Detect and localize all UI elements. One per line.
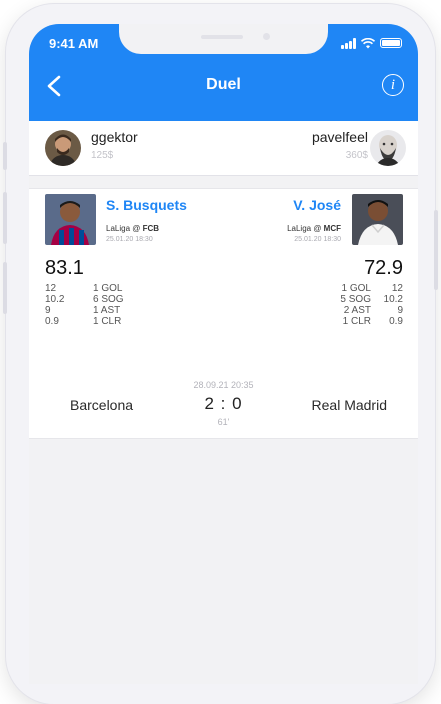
phone-power-button — [434, 210, 438, 290]
wifi-icon — [361, 37, 375, 48]
stat-value: 12 — [45, 283, 57, 294]
stat-row: 1 GOL 12 — [340, 283, 403, 294]
info-icon[interactable]: i — [382, 74, 404, 96]
stat-value: 9 — [397, 305, 403, 316]
stat-label: 2 AST — [343, 305, 371, 316]
stat-row: 10.2 6 SOG — [45, 294, 124, 305]
user-avatar-right[interactable] — [370, 130, 406, 166]
stat-label: 1 CLR — [342, 316, 371, 327]
match-row[interactable]: 28.09.21 20:35 Barcelona 2 : 0 Real Madr… — [29, 372, 418, 439]
stat-row: 9 1 AST — [45, 305, 124, 316]
player-league-right: LaLiga @ MCF — [287, 224, 341, 233]
players-card: S. Busquets LaLiga @ FCB 25.01.20 18:30 … — [29, 188, 418, 373]
away-team: Real Madrid — [311, 397, 387, 413]
stat-value: 12 — [391, 283, 403, 294]
league-team-left: FCB — [142, 224, 160, 233]
user-name-right: pavelfeel — [311, 129, 368, 145]
player-date-right: 25.01.20 18:30 — [294, 236, 341, 243]
phone-volume-up — [3, 192, 7, 244]
duel-users: ggektor 125$ pavelfeel 360$ — [29, 121, 418, 176]
player-photo-left[interactable] — [45, 194, 96, 245]
stat-label: 1 CLR — [93, 316, 122, 327]
player-score-left: 83.1 — [45, 257, 84, 279]
league-prefix-right: LaLiga @ — [287, 224, 324, 233]
phone-volume-down — [3, 262, 7, 314]
battery-icon — [380, 38, 402, 48]
league-team-right: MCF — [323, 224, 341, 233]
stat-row: 0.9 1 CLR — [45, 316, 124, 327]
stat-value: 10.2 — [383, 294, 403, 305]
stat-label: 1 AST — [93, 305, 121, 316]
stat-row: 12 1 GOL — [45, 283, 124, 294]
user-money-right: 360$ — [345, 150, 368, 161]
stat-row: 2 AST 9 — [340, 305, 403, 316]
phone-side-button — [3, 142, 7, 170]
player-score-right: 72.9 — [364, 257, 403, 279]
player-league-left: LaLiga @ FCB — [106, 224, 159, 233]
stat-label: 1 GOL — [341, 283, 371, 294]
player-stats-left: 12 1 GOL 10.2 6 SOG 9 1 AST 0.9 1 CLR — [45, 283, 124, 327]
user-avatar-left[interactable] — [45, 130, 81, 166]
notch — [119, 24, 328, 54]
stat-value: 9 — [45, 305, 51, 316]
status-icons — [341, 36, 402, 50]
player-photo-right[interactable] — [352, 194, 403, 245]
content-area — [29, 439, 418, 684]
stat-value: 0.9 — [45, 316, 59, 327]
league-prefix-left: LaLiga @ — [106, 224, 143, 233]
user-name-left: ggektor — [91, 129, 138, 145]
stat-label: 6 SOG — [93, 294, 124, 305]
player-name-right[interactable]: V. José — [293, 197, 341, 213]
stat-value: 0.9 — [389, 316, 403, 327]
player-stats-right: 1 GOL 12 5 SOG 10.2 2 AST 9 1 CLR 0.9 — [340, 283, 403, 327]
stat-row: 5 SOG 10.2 — [340, 294, 403, 305]
cellular-signal-icon — [341, 37, 356, 49]
stat-row: 1 CLR 0.9 — [340, 316, 403, 327]
stat-label: 5 SOG — [340, 294, 371, 305]
match-datetime: 28.09.21 20:35 — [193, 380, 254, 390]
stat-value: 10.2 — [45, 294, 65, 305]
match-minute: 61' — [217, 417, 230, 427]
screen: 9:41 AM Duel i ggektor 125$ pavelfeel 36… — [29, 24, 418, 684]
top-bar: 9:41 AM Duel i — [29, 24, 418, 121]
player-name-left[interactable]: S. Busquets — [106, 197, 187, 213]
page-title: Duel — [206, 76, 241, 93]
status-time: 9:41 AM — [49, 36, 99, 51]
player-date-left: 25.01.20 18:30 — [106, 236, 153, 243]
stat-label: 1 GOL — [93, 283, 123, 294]
user-money-left: 125$ — [91, 150, 114, 161]
